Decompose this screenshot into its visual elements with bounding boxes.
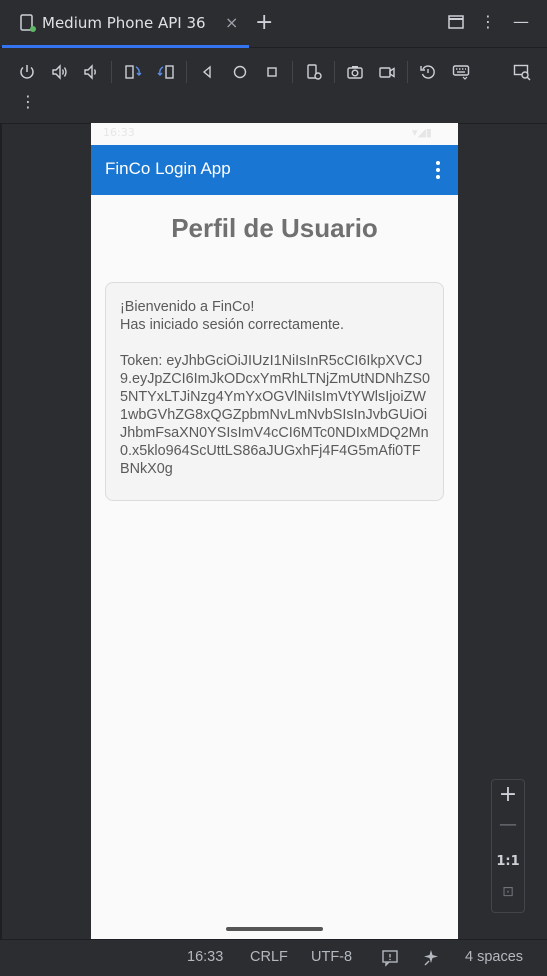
reset-button[interactable] bbox=[416, 60, 440, 84]
token-value: eyJhbGciOiJIUzI1NiIsInR5cCI6IkpXVCJ9.eyJ… bbox=[120, 353, 430, 477]
back-button[interactable] bbox=[195, 60, 219, 84]
toolbar-separator bbox=[111, 61, 112, 83]
add-tab-button[interactable]: + bbox=[255, 10, 273, 35]
volume-down-icon bbox=[84, 64, 96, 80]
zoom-controls: + — 1:1 ⊡ bbox=[491, 779, 525, 913]
home-icon bbox=[233, 65, 247, 79]
power-button[interactable] bbox=[15, 60, 39, 84]
phone-status-time: 16:33 bbox=[103, 126, 135, 139]
reset-icon bbox=[420, 65, 435, 79]
back-icon bbox=[202, 65, 211, 79]
keyboard-icon bbox=[452, 65, 470, 80]
phone-status-icons: ▾◢▮ bbox=[411, 126, 432, 139]
rotate-right-icon bbox=[157, 65, 174, 79]
toolbar-separator bbox=[407, 61, 408, 83]
ai-assistant-icon[interactable] bbox=[422, 949, 440, 967]
line-ending[interactable]: CRLF bbox=[250, 949, 288, 965]
page-title: Perfil de Usuario bbox=[171, 213, 378, 243]
indent-setting[interactable]: 4 spaces bbox=[465, 949, 523, 965]
app-bar: FinCo Login App bbox=[91, 145, 458, 195]
zoom-out-button[interactable]: — bbox=[492, 814, 524, 835]
toolbar-separator bbox=[292, 61, 293, 83]
window-layout-icon[interactable] bbox=[446, 12, 466, 32]
overview-button[interactable] bbox=[260, 60, 284, 84]
device-icon bbox=[20, 14, 36, 32]
device-settings-button[interactable] bbox=[302, 60, 326, 84]
ide-status-bar: 16:33 CRLF UTF-8 4 spaces bbox=[0, 939, 547, 976]
gesture-handle[interactable] bbox=[226, 927, 323, 931]
volume-up-button[interactable] bbox=[48, 60, 72, 84]
record-button[interactable] bbox=[375, 60, 399, 84]
snapshot-search-button[interactable] bbox=[510, 60, 534, 84]
device-settings-icon bbox=[307, 64, 322, 80]
toolbar-separator bbox=[186, 61, 187, 83]
toolbar-more-icon[interactable]: ⋮ bbox=[18, 92, 38, 112]
zoom-in-button[interactable]: + bbox=[492, 782, 524, 807]
tab-bar: Medium Phone API 36 × + ⋮ — bbox=[0, 0, 547, 48]
left-gutter bbox=[0, 124, 2, 939]
volume-up-icon bbox=[52, 64, 67, 80]
cursor-position[interactable]: 16:33 bbox=[187, 949, 223, 965]
login-success-text: Has iniciado sesión correctamente. bbox=[120, 317, 344, 333]
notifications-icon[interactable] bbox=[381, 949, 399, 967]
welcome-card: ¡Bienvenido a FinCo! Has iniciado sesión… bbox=[105, 282, 444, 501]
emulator-screen[interactable]: 16:33 ▾◢▮ FinCo Login App Perfil de Usua… bbox=[91, 123, 458, 939]
camera-icon bbox=[347, 66, 363, 79]
tab-title: Medium Phone API 36 bbox=[42, 14, 206, 32]
token-label: Token: bbox=[120, 353, 167, 369]
minimize-icon[interactable]: — bbox=[511, 12, 531, 32]
token-text: Token: eyJhbGciOiJIUzI1NiIsInR5cCI6IkpXV… bbox=[120, 352, 430, 478]
rotate-left-button[interactable] bbox=[121, 60, 145, 84]
screenshot-button[interactable] bbox=[343, 60, 367, 84]
welcome-text: ¡Bienvenido a FinCo! bbox=[120, 299, 255, 315]
more-options-icon[interactable]: ⋮ bbox=[478, 12, 498, 32]
phone-status-bar: 16:33 ▾◢▮ bbox=[91, 123, 458, 145]
zoom-fit-button[interactable]: ⊡ bbox=[492, 884, 524, 900]
tab-medium-phone[interactable]: Medium Phone API 36 × bbox=[0, 0, 250, 48]
home-button[interactable] bbox=[228, 60, 252, 84]
emulator-toolbar: ⋮ bbox=[0, 48, 547, 124]
zoom-actual-size-button[interactable]: 1:1 bbox=[492, 854, 524, 869]
rotate-right-button[interactable] bbox=[154, 60, 178, 84]
record-icon bbox=[379, 67, 395, 78]
volume-down-button[interactable] bbox=[79, 60, 103, 84]
app-title: FinCo Login App bbox=[105, 159, 231, 178]
overview-icon bbox=[267, 67, 277, 77]
toolbar-separator bbox=[334, 61, 335, 83]
keyboard-button[interactable] bbox=[449, 60, 473, 84]
rotate-left-icon bbox=[125, 65, 142, 79]
file-encoding[interactable]: UTF-8 bbox=[311, 949, 352, 965]
snapshot-search-icon bbox=[513, 64, 531, 81]
power-icon bbox=[20, 65, 34, 79]
tab-close-icon[interactable]: × bbox=[225, 13, 238, 32]
overflow-menu-icon[interactable] bbox=[430, 159, 446, 181]
